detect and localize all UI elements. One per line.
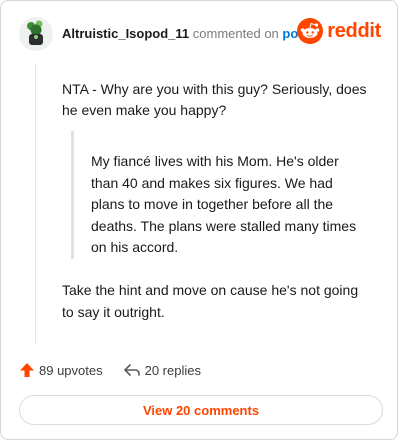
- reddit-snoo-icon: [297, 18, 324, 44]
- commented-on-label: commented on: [192, 26, 279, 41]
- blockquote: My fiancé lives with his Mom. He's older…: [71, 131, 361, 259]
- reply-arrow-icon: [123, 364, 140, 376]
- username-link[interactable]: Altruistic_Isopod_11: [62, 26, 189, 41]
- quote-text: My fiancé lives with his Mom. He's older…: [91, 153, 357, 255]
- comment-header: Altruistic_Isopod_11 commented on post r…: [19, 17, 381, 51]
- avatar-icon: [19, 17, 53, 51]
- view-comments-button[interactable]: View 20 comments: [19, 395, 383, 425]
- reddit-wordmark: reddit: [327, 19, 381, 42]
- reddit-logo[interactable]: reddit: [297, 17, 381, 45]
- avatar[interactable]: [19, 17, 53, 51]
- upvote-arrow-icon: [20, 363, 34, 377]
- comment-body: NTA - Why are you with this guy? Serious…: [62, 79, 367, 121]
- replies-count: 20 replies: [144, 362, 201, 378]
- comment-closing: Take the hint and move on cause he's not…: [62, 282, 359, 320]
- upvote-button[interactable]: 89 upvotes: [19, 362, 103, 378]
- comment-intro: NTA - Why are you with this guy? Serious…: [62, 81, 367, 118]
- comment-meta: Altruistic_Isopod_11 commented on post: [62, 26, 310, 41]
- comment-card: Altruistic_Isopod_11 commented on post r…: [0, 0, 398, 440]
- reply-button[interactable]: 20 replies: [123, 362, 201, 378]
- thread-line: [35, 63, 36, 343]
- comment-actions: 89 upvotes 20 replies: [19, 359, 221, 381]
- upvotes-count: 89 upvotes: [39, 362, 103, 378]
